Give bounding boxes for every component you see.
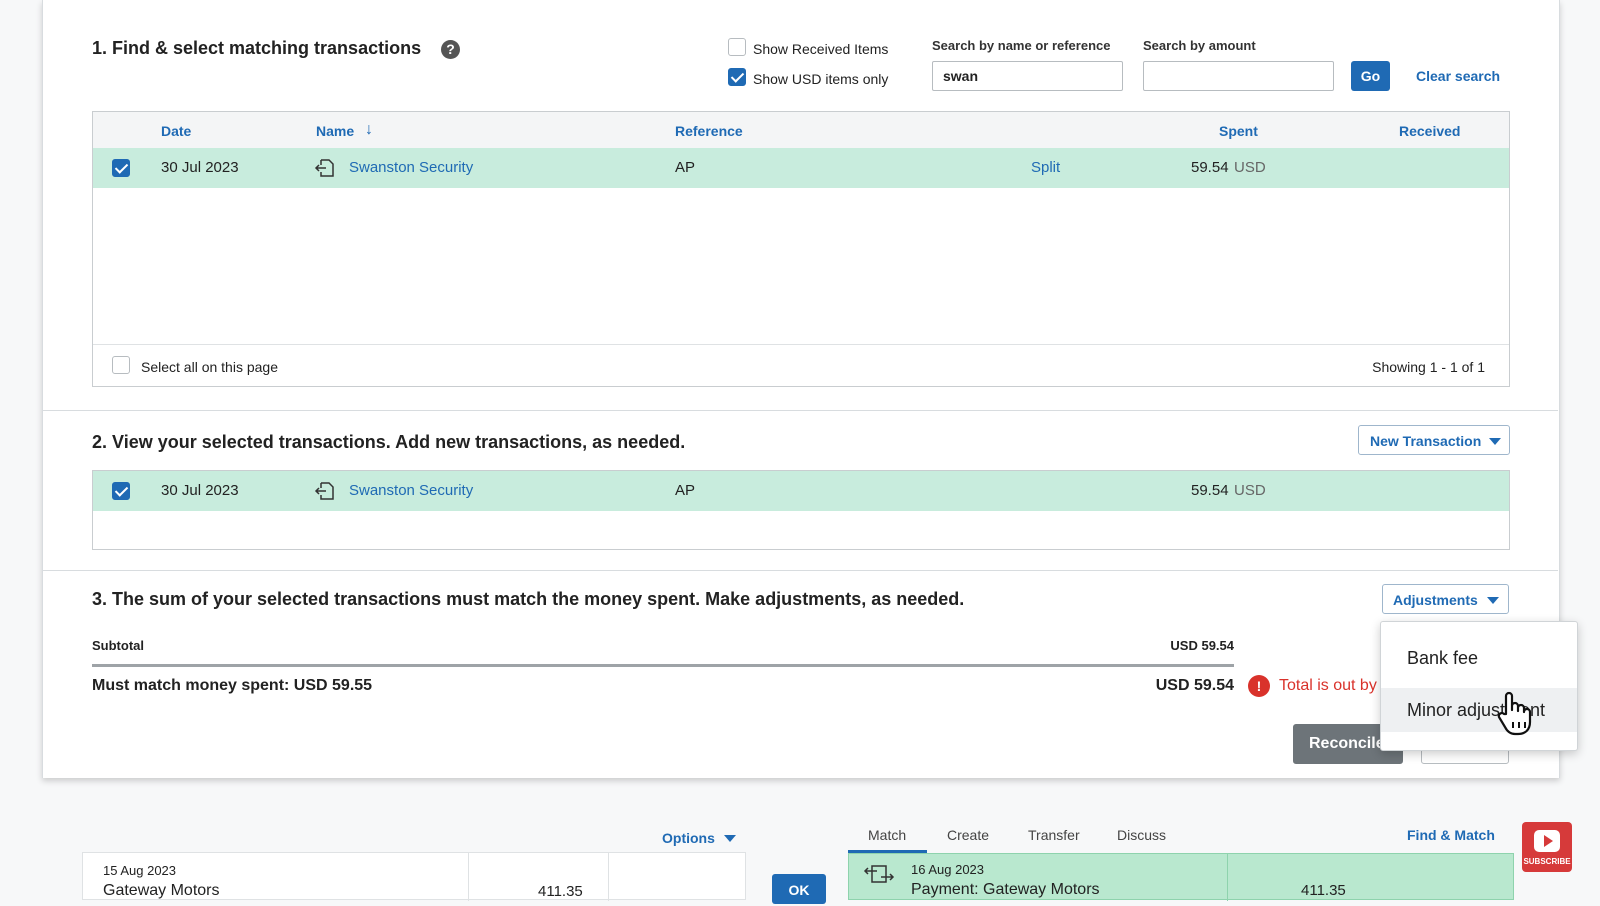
transfer-doc-icon [314, 157, 336, 182]
row-date: 30 Jul 2023 [161, 159, 239, 176]
search-name-input[interactable] [932, 61, 1123, 91]
total-divider [92, 664, 1234, 667]
must-match-label: Must match money spent: USD 59.55 [92, 677, 373, 694]
tab-match[interactable]: Match [868, 827, 906, 843]
error-text: Total is out by [1279, 677, 1377, 694]
go-button[interactable]: Go [1351, 61, 1390, 91]
find-match-link[interactable]: Find & Match [1407, 827, 1495, 843]
search-amount-label: Search by amount [1143, 38, 1256, 53]
match-amount: 411.35 [1301, 882, 1346, 899]
tab-create[interactable]: Create [947, 827, 989, 843]
menu-item-minor-adjustment[interactable]: Minor adjustment [1381, 688, 1577, 732]
help-icon[interactable]: ? [441, 40, 460, 59]
show-usd-checkbox[interactable] [728, 68, 746, 86]
statement-line[interactable]: 15 Aug 2023 Gateway Motors 411.35 [82, 852, 746, 901]
column-divider [1227, 854, 1228, 901]
pagination-status: Showing 1 - 1 of 1 [1372, 359, 1485, 375]
menu-item-label: Bank fee [1407, 648, 1479, 668]
chevron-down-icon [1487, 597, 1499, 604]
section-divider [42, 570, 1558, 571]
adjustments-menu: Bank fee Minor adjustment [1380, 621, 1578, 751]
transfer-doc-icon [314, 480, 336, 505]
match-description: Payment: Gateway Motors [911, 881, 1100, 898]
column-divider [608, 853, 609, 901]
row-checkbox[interactable] [112, 159, 130, 177]
search-amount-input[interactable] [1143, 61, 1334, 91]
row-amount: 59.54 [1191, 482, 1229, 499]
section1-title: 1. Find & select matching transactions [92, 38, 422, 58]
row-reference: AP [675, 482, 696, 499]
search-name-label: Search by name or reference [932, 38, 1111, 53]
tab-transfer[interactable]: Transfer [1028, 827, 1080, 843]
play-icon [1534, 830, 1560, 852]
statement-date: 15 Aug 2023 [103, 863, 177, 878]
row-spent-currency: USD [1234, 159, 1266, 176]
menu-item-bank-fee[interactable]: Bank fee [1381, 638, 1577, 678]
column-spent[interactable]: Spent [1219, 123, 1258, 139]
subtotal-label: Subtotal [92, 638, 144, 653]
clear-search-link[interactable]: Clear search [1416, 68, 1500, 84]
total-value: USD 59.54 [1155, 677, 1234, 694]
statement-payee: Gateway Motors [103, 882, 220, 899]
row-date: 30 Jul 2023 [161, 482, 239, 499]
sort-down-arrow-icon[interactable]: ↓ [365, 121, 373, 139]
subscribe-badge[interactable]: SUBSCRIBE [1522, 822, 1572, 872]
select-all-checkbox[interactable] [112, 356, 130, 374]
row-checkbox[interactable] [112, 482, 130, 500]
table-row[interactable]: 30 Jul 2023 Swanston Security AP Split 5… [93, 148, 1509, 188]
column-date[interactable]: Date [161, 123, 191, 139]
row-reference: AP [675, 159, 696, 176]
match-date: 16 Aug 2023 [911, 862, 985, 877]
chevron-down-icon [724, 835, 736, 842]
row-name-link[interactable]: Swanston Security [349, 482, 473, 499]
transfer-arrows-icon [863, 862, 895, 889]
tab-discuss[interactable]: Discuss [1117, 827, 1166, 843]
table-row[interactable]: 30 Jul 2023 Swanston Security AP 59.54 U… [93, 471, 1509, 511]
adjustments-label: Adjustments [1393, 592, 1478, 608]
new-transaction-dropdown[interactable]: New Transaction [1358, 425, 1510, 455]
subtotal-value: USD 59.54 [1170, 638, 1234, 653]
new-transaction-label: New Transaction [1370, 433, 1482, 449]
show-usd-label: Show USD items only [753, 71, 889, 87]
section3-title: 3. The sum of your selected transactions… [92, 589, 965, 609]
match-line[interactable]: 16 Aug 2023 Payment: Gateway Motors 411.… [848, 853, 1514, 901]
column-received[interactable]: Received [1399, 123, 1460, 139]
table-footer-divider [93, 344, 1509, 345]
subscribe-label: SUBSCRIBE [1523, 857, 1571, 866]
table-header [93, 112, 1509, 149]
hand-cursor-icon [1494, 690, 1534, 739]
show-received-checkbox[interactable] [728, 38, 746, 56]
statement-amount: 411.35 [538, 883, 583, 900]
adjustments-dropdown[interactable]: Adjustments [1382, 584, 1509, 614]
section2-title: 2. View your selected transactions. Add … [92, 432, 686, 452]
selected-transactions-table: 30 Jul 2023 Swanston Security AP 59.54 U… [92, 470, 1510, 550]
column-reference[interactable]: Reference [675, 123, 743, 139]
section-divider [42, 410, 1558, 411]
chevron-down-icon [1489, 438, 1501, 445]
show-received-label: Show Received Items [753, 41, 889, 57]
options-dropdown[interactable]: Options [662, 830, 715, 846]
column-name[interactable]: Name [316, 123, 354, 139]
row-name-link[interactable]: Swanston Security [349, 159, 473, 176]
matching-transactions-table: Date Name ↓ Reference Spent Received 30 … [92, 111, 1510, 387]
row-split-link[interactable]: Split [1031, 159, 1060, 176]
column-divider [468, 853, 469, 901]
row-currency: USD [1234, 482, 1266, 499]
row-spent-amount: 59.54 [1191, 159, 1229, 176]
select-all-label: Select all on this page [141, 359, 278, 375]
error-icon: ! [1248, 675, 1270, 697]
